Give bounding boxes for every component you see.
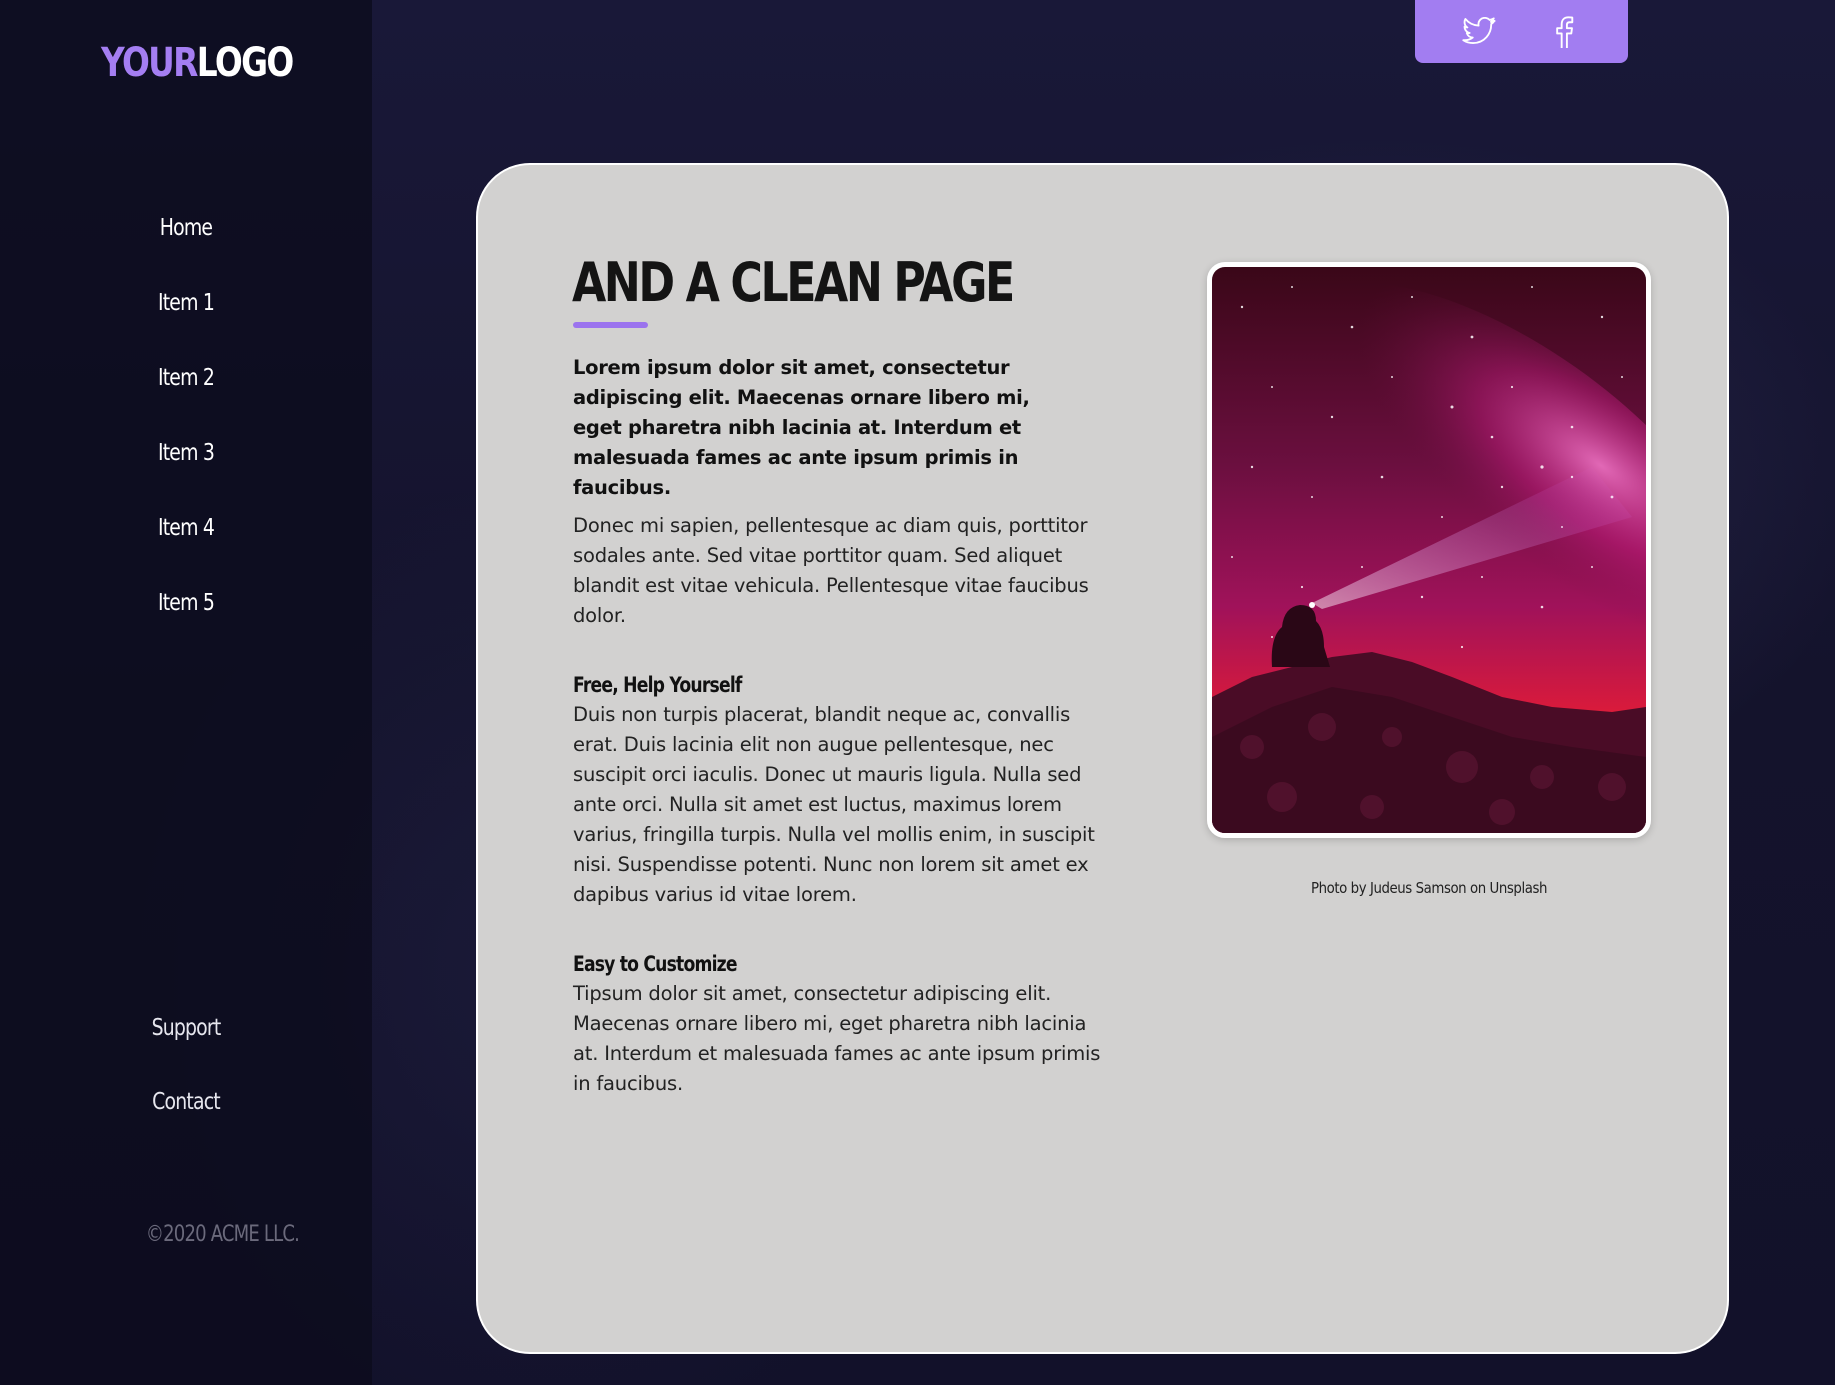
social-tab [1415,0,1628,63]
secondary-nav: Support Contact [0,1008,372,1156]
body-paragraph: Donec mi sapien, pellentesque ac diam qu… [573,514,1089,627]
title-underline [573,322,648,328]
logo-part-logo: LOGO [196,40,295,86]
copyright: ©2020 ACME LLC. [145,1222,300,1247]
nav-item-contact[interactable]: Contact [33,1082,338,1156]
facebook-icon[interactable] [1545,13,1583,51]
photo [1207,262,1651,838]
nav-item-support[interactable]: Support [33,1008,338,1082]
nav-item-5[interactable]: Item 5 [33,583,338,658]
section-heading-free: Free, Help Yourself [573,673,742,697]
twitter-icon[interactable] [1460,13,1498,51]
section-heading-customize: Easy to Customize [573,952,738,976]
section-body-free: Duis non turpis placerat, blandit neque … [573,703,1095,906]
nav-item-home[interactable]: Home [33,208,338,283]
nav-item-2[interactable]: Item 2 [33,358,338,433]
content-card: AND A CLEAN PAGE Lorem ipsum dolor sit a… [476,163,1729,1354]
lead-paragraph: Lorem ipsum dolor sit amet, consectetur … [573,356,1030,499]
logo-part-your: YOUR [101,40,198,86]
starry-night-image [1212,267,1646,833]
sidebar: YOURLOGO Home Item 1 Item 2 Item 3 Item … [0,0,372,1385]
nav-item-3[interactable]: Item 3 [33,433,338,508]
logo[interactable]: YOURLOGO [101,40,295,86]
nav-item-4[interactable]: Item 4 [33,508,338,583]
main-nav: Home Item 1 Item 2 Item 3 Item 4 Item 5 [0,208,372,658]
section-body-customize: Tipsum dolor sit amet, consectetur adipi… [573,982,1101,1095]
nav-item-1[interactable]: Item 1 [33,283,338,358]
page-title: AND A CLEAN PAGE [572,251,1015,314]
photo-caption: Photo by Judeus Samson on Unsplash [1310,879,1548,897]
